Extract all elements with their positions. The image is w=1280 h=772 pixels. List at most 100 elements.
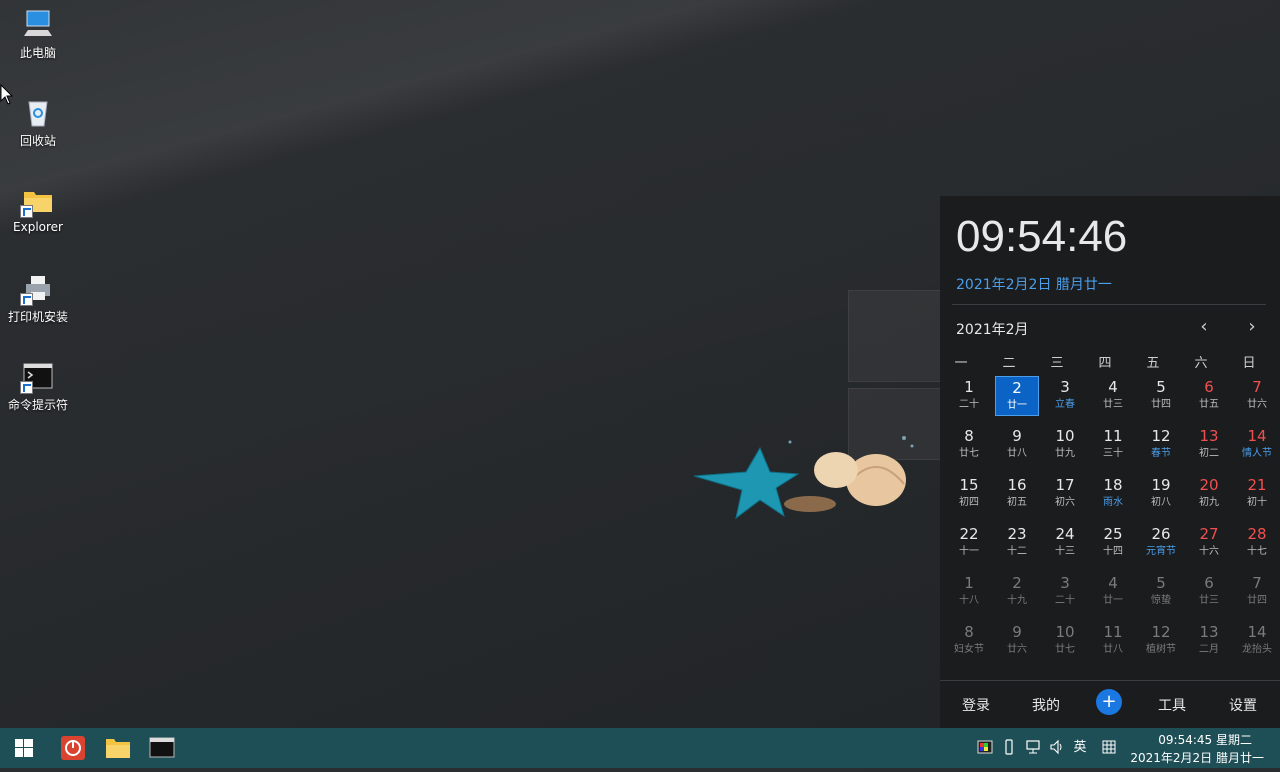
prev-month-button[interactable]: ‹ bbox=[1192, 318, 1216, 338]
calendar-day-number: 12 bbox=[1151, 623, 1171, 641]
ime-language-toggle[interactable]: 英 bbox=[1071, 739, 1089, 757]
calendar-day[interactable]: 3 二十 bbox=[1043, 572, 1087, 612]
weekday-label: 二 bbox=[1002, 356, 1016, 371]
calendar-day[interactable]: 13 初二 bbox=[1187, 425, 1231, 465]
calendar-day-number: 11 bbox=[1103, 623, 1123, 641]
calendar-day[interactable]: 12 春节 bbox=[1139, 425, 1183, 465]
calendar-day[interactable]: 17 初六 bbox=[1043, 474, 1087, 514]
desktop-icon-explorer[interactable]: Explorer bbox=[0, 184, 76, 234]
grid-keyboard-icon bbox=[1102, 740, 1116, 754]
calendar-day-lunar: 廿一 bbox=[1103, 595, 1123, 606]
ime-mode-tray-icon[interactable] bbox=[1100, 739, 1118, 757]
add-button[interactable]: + bbox=[1096, 689, 1122, 715]
calendar-day-lunar: 元宵节 bbox=[1146, 546, 1176, 557]
calendar-day-number: 7 bbox=[1252, 574, 1262, 592]
calendar-day-number: 11 bbox=[1103, 427, 1123, 445]
calendar-day[interactable]: 28 十七 bbox=[1235, 523, 1279, 563]
calendar-day[interactable]: 10 廿九 bbox=[1043, 425, 1087, 465]
settings-button[interactable]: 设置 bbox=[1229, 695, 1257, 715]
calendar-day[interactable]: 14 情人节 bbox=[1235, 425, 1279, 465]
calendar-day[interactable]: 19 初八 bbox=[1139, 474, 1183, 514]
calendar-day-number: 9 bbox=[1012, 427, 1022, 445]
calendar-day[interactable]: 5 廿四 bbox=[1139, 376, 1183, 416]
calendar-day[interactable]: 21 初十 bbox=[1235, 474, 1279, 514]
calendar-day[interactable]: 1 二十 bbox=[947, 376, 991, 416]
login-button[interactable]: 登录 bbox=[962, 695, 990, 715]
calendar-day-lunar: 初四 bbox=[959, 497, 979, 508]
network-tray-icon[interactable] bbox=[1024, 739, 1042, 757]
desktop-icon-cmd[interactable]: 命令提示符 bbox=[0, 360, 76, 413]
calendar-day[interactable]: 14 龙抬头 bbox=[1235, 621, 1279, 661]
desktop-icon-this-pc[interactable]: 此电脑 bbox=[0, 8, 76, 61]
calendar-day[interactable]: 23 十二 bbox=[995, 523, 1039, 563]
calendar-day-lunar: 十二 bbox=[1007, 546, 1027, 557]
start-button[interactable] bbox=[2, 728, 46, 768]
calendar-day[interactable]: 6 廿三 bbox=[1187, 572, 1231, 612]
calendar-day-number: 14 bbox=[1247, 427, 1267, 445]
cmd-icon bbox=[149, 737, 175, 758]
calendar-day-number: 3 bbox=[1060, 378, 1070, 396]
calendar-day[interactable]: 22 十一 bbox=[947, 523, 991, 563]
calendar-day[interactable]: 4 廿三 bbox=[1091, 376, 1135, 416]
calendar-day[interactable]: 27 十六 bbox=[1187, 523, 1231, 563]
calendar-day[interactable]: 3 立春 bbox=[1043, 376, 1087, 416]
calendar-day[interactable]: 11 三十 bbox=[1091, 425, 1135, 465]
calendar-day[interactable]: 15 初四 bbox=[947, 474, 991, 514]
calendar-day[interactable]: 26 元宵节 bbox=[1139, 523, 1183, 563]
volume-tray-icon[interactable] bbox=[1048, 739, 1066, 757]
taskbar-app-cmd[interactable] bbox=[140, 728, 184, 768]
calendar-day[interactable]: 7 廿六 bbox=[1235, 376, 1279, 416]
folder-icon bbox=[20, 184, 54, 218]
taskbar-app-file-explorer[interactable] bbox=[96, 728, 140, 768]
next-month-button[interactable]: › bbox=[1240, 318, 1264, 338]
calendar-day-number: 21 bbox=[1247, 476, 1267, 494]
calendar-day-lunar: 十八 bbox=[959, 595, 979, 606]
calendar-date-line[interactable]: 2021年2月2日 腊月廿一 bbox=[956, 274, 1112, 294]
calendar-day-number: 26 bbox=[1151, 525, 1171, 543]
calendar-day-number: 12 bbox=[1151, 427, 1171, 445]
calendar-day[interactable]: 1 十八 bbox=[947, 572, 991, 612]
calendar-day-number: 8 bbox=[964, 623, 974, 641]
calendar-day[interactable]: 8 妇女节 bbox=[947, 621, 991, 661]
calendar-day-number: 15 bbox=[959, 476, 979, 494]
color-app-tray-icon[interactable] bbox=[976, 739, 994, 757]
calendar-day-number: 7 bbox=[1252, 378, 1262, 396]
calendar-day[interactable]: 24 十三 bbox=[1043, 523, 1087, 563]
shortcut-arrow-icon bbox=[20, 293, 33, 306]
calendar-month-label[interactable]: 2021年2月 bbox=[956, 319, 1029, 339]
calendar-day-lunar: 情人节 bbox=[1242, 448, 1272, 459]
calendar-day-lunar: 十九 bbox=[1007, 595, 1027, 606]
calendar-day[interactable]: 5 惊蛰 bbox=[1139, 572, 1183, 612]
calendar-day[interactable]: 20 初九 bbox=[1187, 474, 1231, 514]
usb-device-tray-icon[interactable] bbox=[1000, 739, 1018, 757]
calendar-day[interactable]: 8 廿七 bbox=[947, 425, 991, 465]
calendar-day-number: 14 bbox=[1247, 623, 1267, 641]
usb-icon bbox=[1005, 739, 1013, 755]
calendar-day-grid: 1 二十 2 廿一 3 立春 4 廿三 5 廿四 6 廿五 7 廿六 8 廿七 9 廿八 10 廿九 11 三十 12 春节 1… bbox=[940, 376, 1280, 676]
calendar-day[interactable]: 25 十四 bbox=[1091, 523, 1135, 563]
calendar-day[interactable]: 6 廿五 bbox=[1187, 376, 1231, 416]
calendar-day-today[interactable]: 2 廿一 bbox=[995, 376, 1039, 416]
calendar-day[interactable]: 4 廿一 bbox=[1091, 572, 1135, 612]
calendar-day[interactable]: 7 廿四 bbox=[1235, 572, 1279, 612]
desktop-icon-label: Explorer bbox=[13, 220, 63, 234]
calendar-day[interactable]: 13 二月 bbox=[1187, 621, 1231, 661]
calendar-day[interactable]: 16 初五 bbox=[995, 474, 1039, 514]
calendar-day[interactable]: 18 雨水 bbox=[1091, 474, 1135, 514]
calendar-day[interactable]: 11 廿八 bbox=[1091, 621, 1135, 661]
calendar-day[interactable]: 9 廿八 bbox=[995, 425, 1039, 465]
weekday-label: 六 bbox=[1194, 356, 1208, 371]
calendar-day-lunar: 廿三 bbox=[1103, 399, 1123, 410]
calendar-day[interactable]: 10 廿七 bbox=[1043, 621, 1087, 661]
desktop-icon-printer-install[interactable]: 打印机安装 bbox=[0, 272, 76, 325]
calendar-day-number: 22 bbox=[959, 525, 979, 543]
calendar-flyout: 09:54:46 2021年2月2日 腊月廿一 2021年2月 ‹ › 一 二 … bbox=[940, 196, 1280, 728]
tools-button[interactable]: 工具 bbox=[1158, 695, 1186, 715]
mine-button[interactable]: 我的 bbox=[1032, 695, 1060, 715]
calendar-day-number: 6 bbox=[1204, 574, 1214, 592]
calendar-day[interactable]: 9 廿六 bbox=[995, 621, 1039, 661]
taskbar-app-power[interactable] bbox=[51, 728, 95, 768]
calendar-day[interactable]: 12 植树节 bbox=[1139, 621, 1183, 661]
power-app-icon bbox=[61, 736, 85, 760]
calendar-day[interactable]: 2 十九 bbox=[995, 572, 1039, 612]
